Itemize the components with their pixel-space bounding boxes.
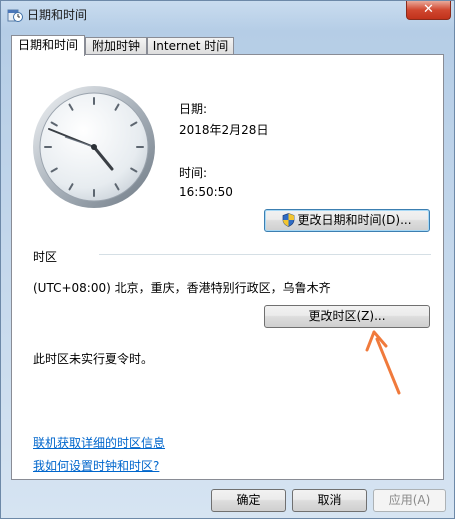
title-bar[interactable]: 日期和时间 ✕ [1,1,454,29]
time-label: 时间: [179,166,208,180]
window-title: 日期和时间 [27,8,88,22]
clock-calendar-icon [7,9,23,22]
arrow-annotation-icon [365,330,401,395]
online-timezone-info-link[interactable]: 联机获取详细的时区信息 [33,434,165,451]
close-button[interactable]: ✕ [406,1,451,20]
change-timezone-button[interactable]: 更改时区(Z)... [264,305,430,328]
timezone-section-label: 时区 [33,250,58,264]
date-value: 2018年2月28日 [179,123,269,137]
change-date-time-button[interactable]: 更改日期和时间(D)... [264,209,430,232]
date-label: 日期: [179,102,208,116]
timezone-divider [99,254,431,255]
dst-note: 此时区未实行夏令时。 [33,352,154,366]
analog-clock [33,86,155,208]
tab-additional-clocks[interactable]: 附加时钟 [85,37,147,55]
how-to-set-clock-link[interactable]: 我如何设置时钟和时区? [33,457,159,474]
apply-button[interactable]: 应用(A) [373,489,446,512]
date-time-dialog: 日期和时间 ✕ 日期和时间 附加时钟 Internet 时间 日期: 2018年… [0,0,455,519]
change-date-time-label: 更改日期和时间(D)... [297,213,412,227]
ok-button[interactable]: 确定 [211,489,286,512]
tab-panel: 日期: 2018年2月28日 时间: 16:50:50 更改日期和时间(D)..… [11,54,444,480]
uac-shield-icon [283,213,295,227]
tab-date-time[interactable]: 日期和时间 [11,35,85,56]
cancel-button[interactable]: 取消 [292,489,367,512]
timezone-value: (UTC+08:00) 北京，重庆，香港特别行政区，乌鲁木齐 [33,281,331,295]
time-value: 16:50:50 [179,185,233,199]
tab-internet-time[interactable]: Internet 时间 [147,37,234,55]
